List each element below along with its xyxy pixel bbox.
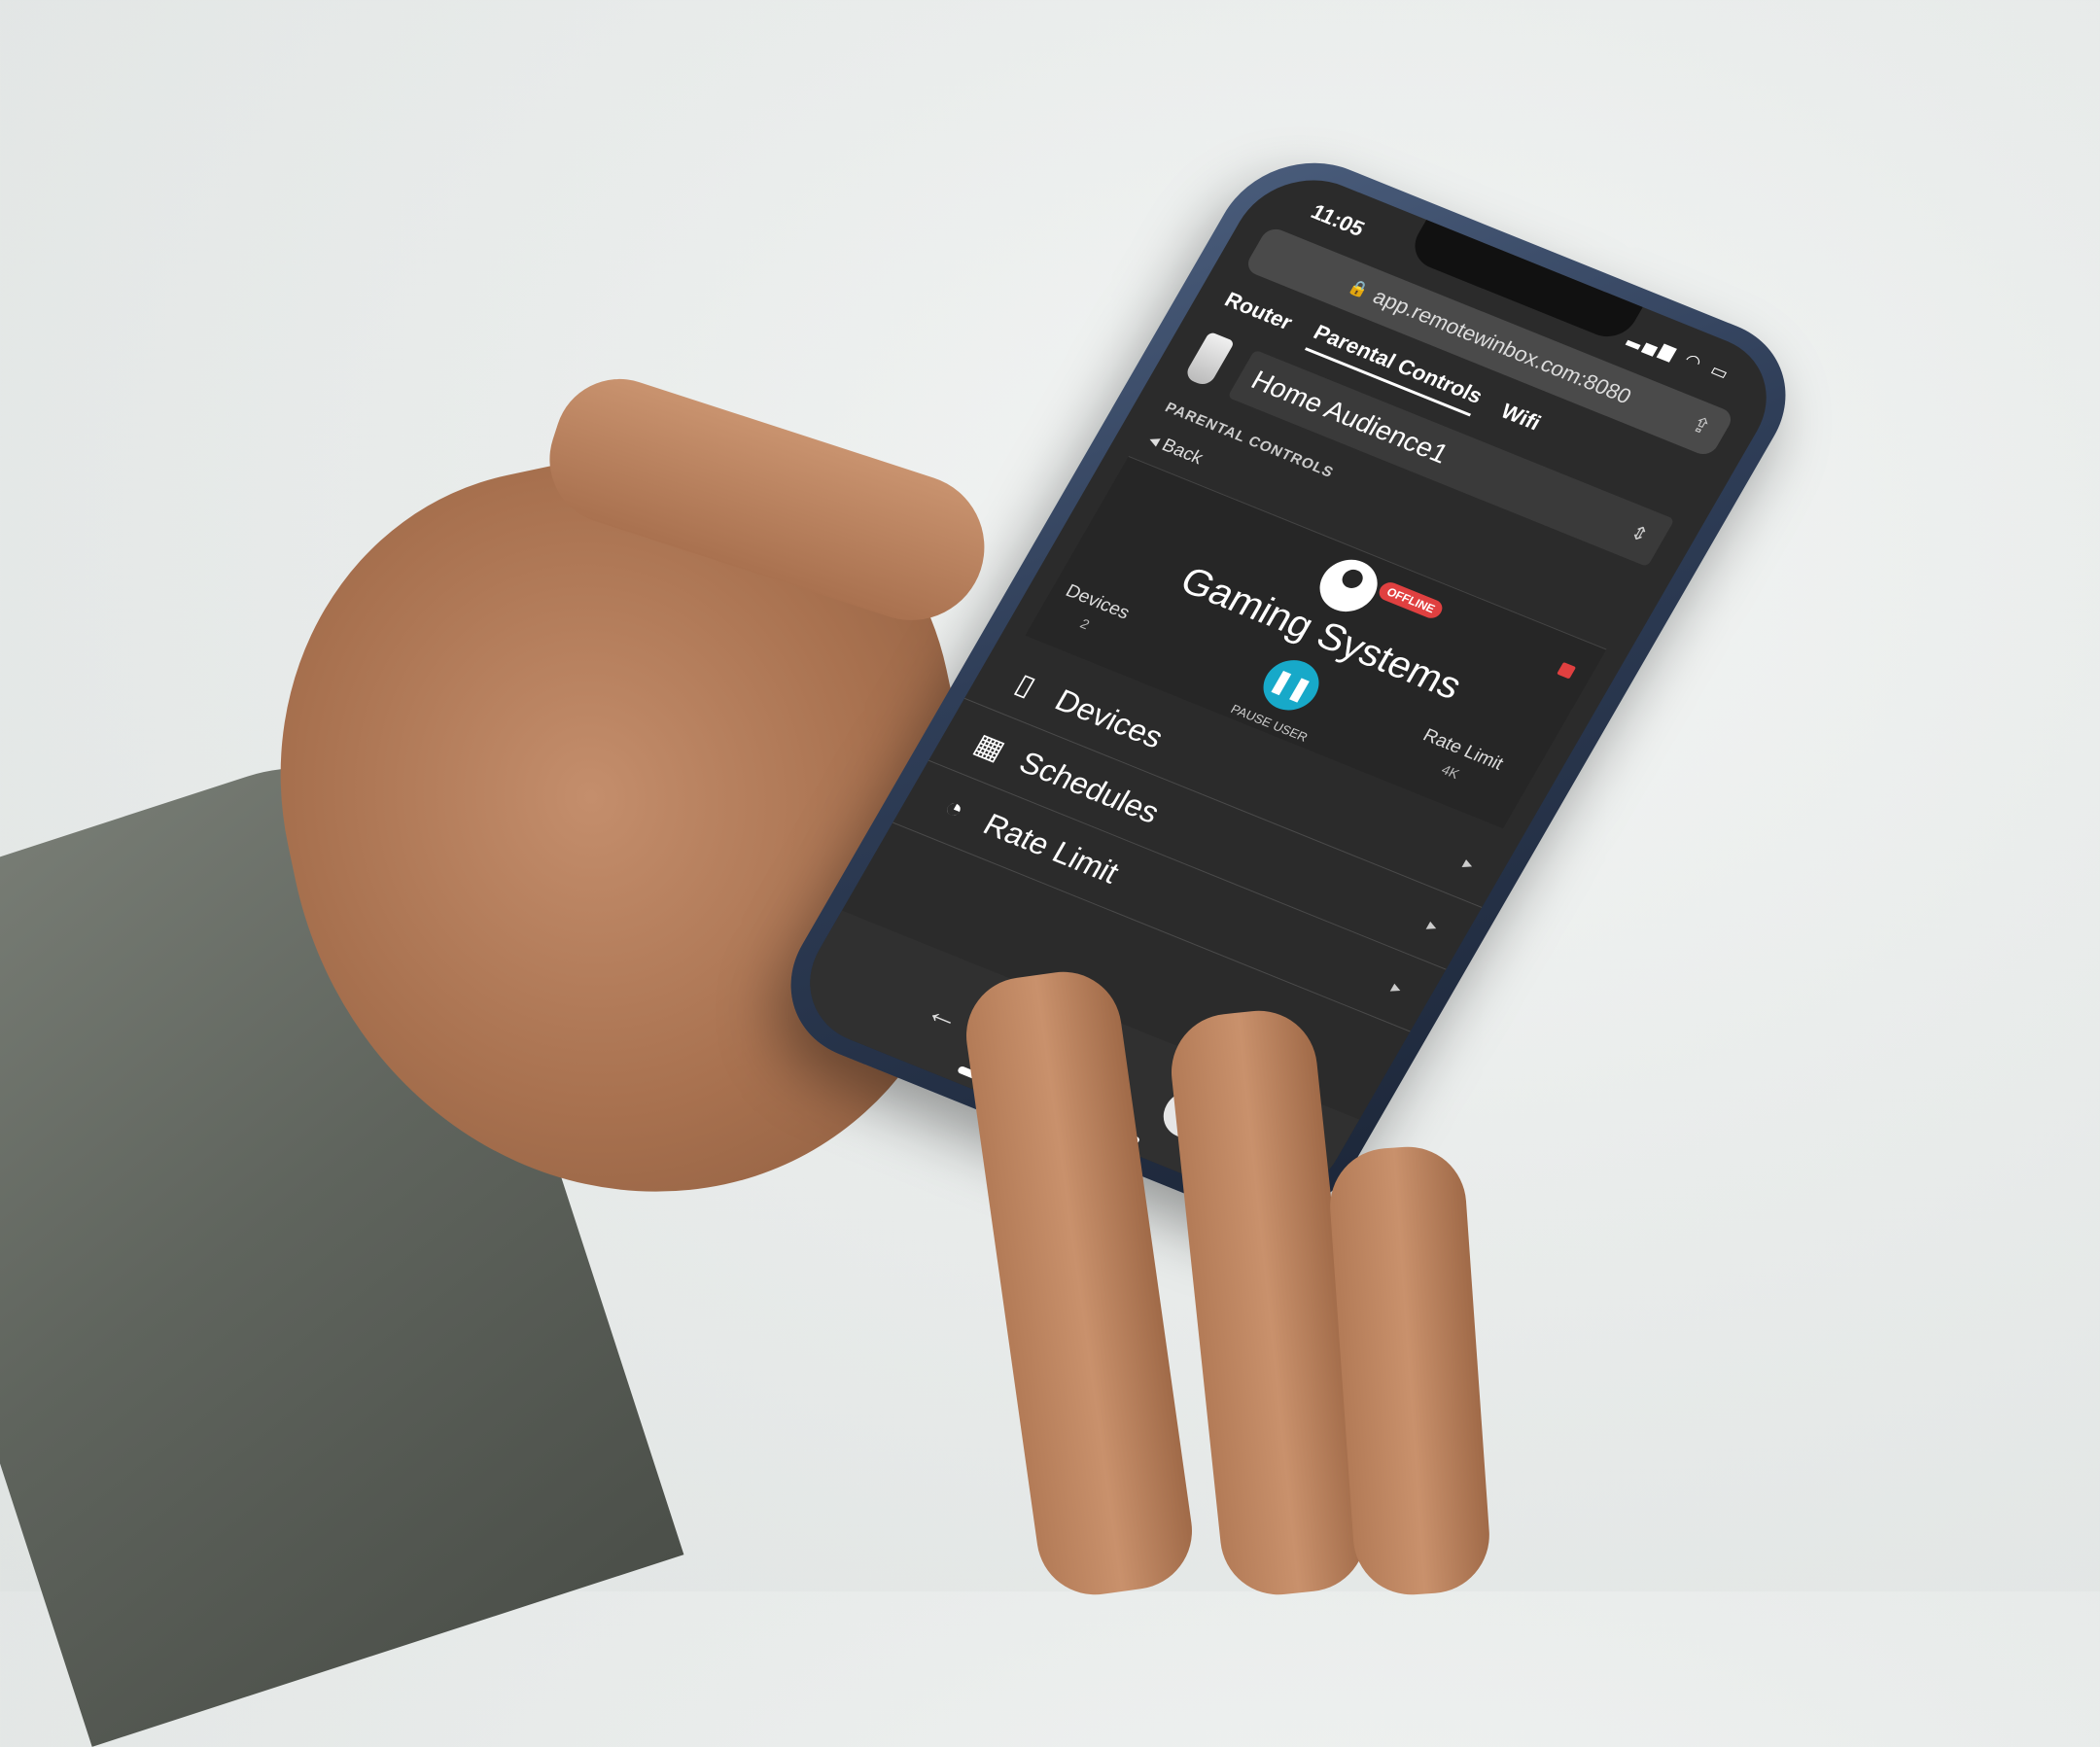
pause-icon: ❚❚	[1266, 666, 1316, 705]
chevron-right-icon: ▸	[1459, 853, 1479, 874]
pause-user-button[interactable]: ❚❚	[1253, 652, 1329, 718]
back-label: Back	[1158, 435, 1207, 469]
status-time: 11:05	[1307, 199, 1369, 241]
chevron-right-icon: ▸	[1423, 915, 1443, 936]
tab-wifi[interactable]: Wifi	[1493, 399, 1545, 440]
tab-router[interactable]: Router	[1217, 288, 1297, 341]
back-arrow-icon[interactable]: ←	[919, 992, 969, 1037]
back-link[interactable]: ◂ Back	[1144, 429, 1208, 469]
calendar-icon: ▦	[968, 727, 1011, 767]
status-badge: OFFLINE	[1375, 579, 1447, 621]
photo-scene: 11:05 ▂▄▆ ◠ ▭ 🔒 app.remotewinbox.com:808…	[0, 0, 2100, 1747]
share-icon[interactable]: ⇪	[1686, 411, 1716, 440]
chevron-right-icon: ▸	[1387, 977, 1407, 998]
router-icon	[1182, 331, 1236, 388]
remove-user-icon[interactable]	[1557, 661, 1577, 680]
select-arrows-icon: ⇕	[1626, 521, 1653, 547]
gauge-icon: ◔	[937, 790, 971, 826]
tablet-icon: ▯	[1009, 667, 1041, 702]
lock-icon: 🔒	[1345, 278, 1372, 300]
